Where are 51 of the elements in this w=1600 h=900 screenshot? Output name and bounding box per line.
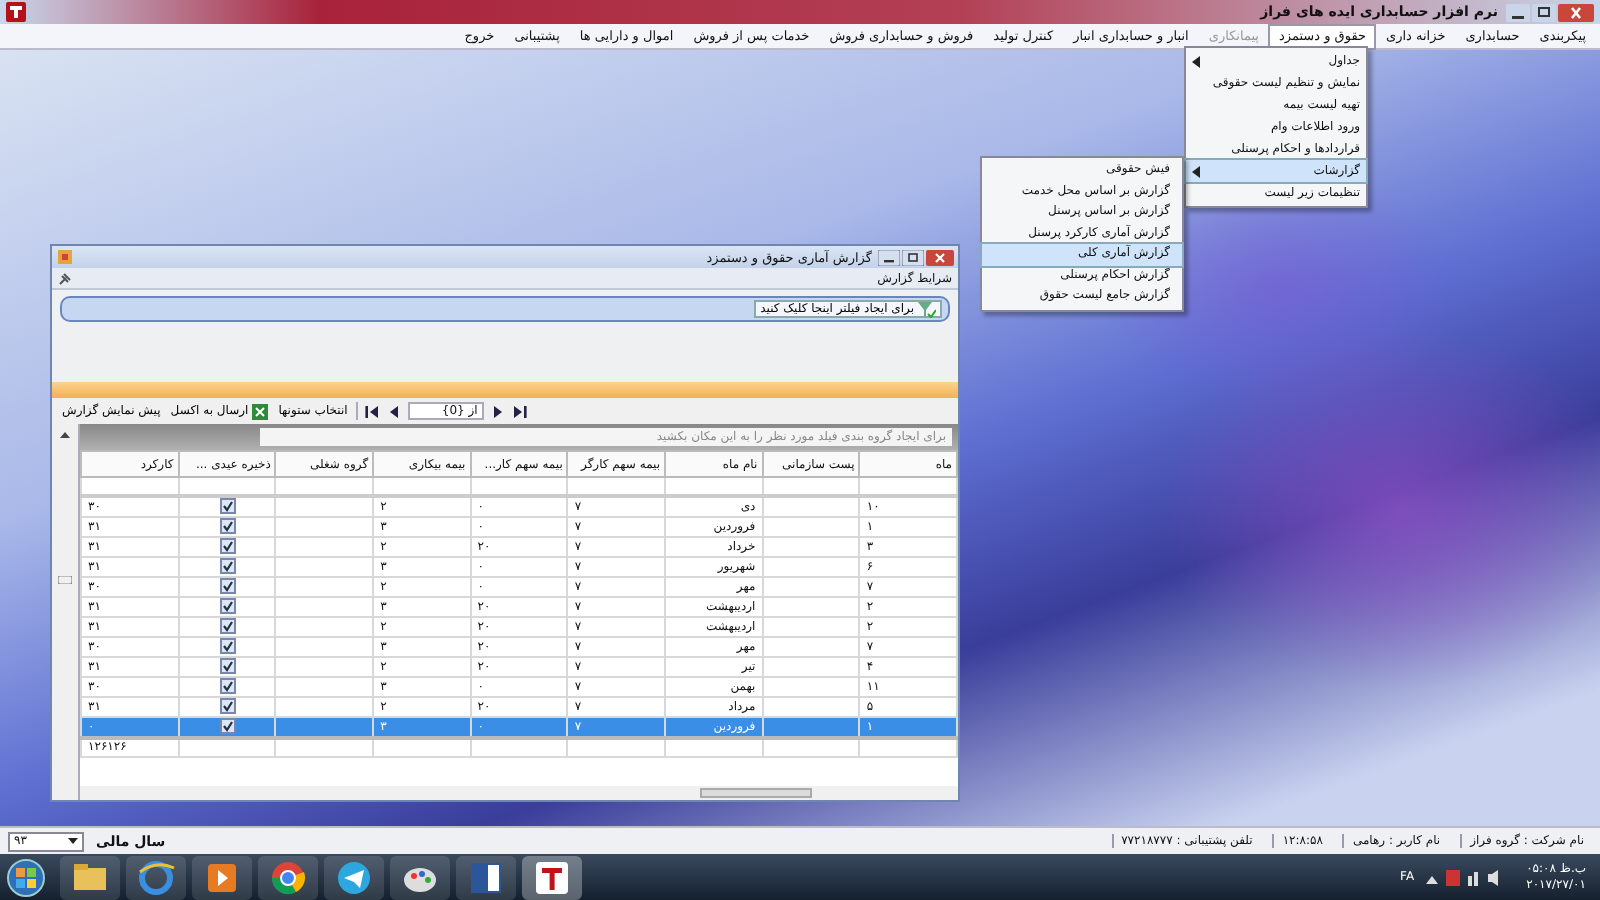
previous-page-icon[interactable] xyxy=(385,403,402,419)
minimize-icon[interactable] xyxy=(1506,3,1530,21)
checkbox[interactable] xyxy=(219,598,236,615)
close-icon[interactable] xyxy=(926,249,954,265)
filter-cell[interactable] xyxy=(81,477,179,496)
checkbox[interactable] xyxy=(219,498,236,515)
filter-icon xyxy=(918,301,936,317)
filter-cell[interactable] xyxy=(859,477,957,496)
restore-icon[interactable] xyxy=(1532,3,1556,21)
start-icon[interactable] xyxy=(6,857,46,897)
checkbox[interactable] xyxy=(219,658,236,675)
checkbox[interactable] xyxy=(219,718,236,735)
collapse-icon[interactable] xyxy=(60,430,70,438)
paint-palette-icon[interactable] xyxy=(390,855,450,899)
filter-cell[interactable] xyxy=(373,477,471,496)
spreadsheet-icon xyxy=(252,403,269,419)
checkbox[interactable] xyxy=(219,678,236,695)
restore-icon[interactable] xyxy=(902,249,924,265)
checkbox[interactable] xyxy=(219,618,236,635)
folder-icon[interactable] xyxy=(60,855,120,899)
media-player-icon[interactable] xyxy=(192,855,252,899)
filter-cell[interactable] xyxy=(665,477,763,496)
pin-icon[interactable] xyxy=(58,271,72,285)
filter-cell[interactable] xyxy=(762,477,860,496)
minimize-icon[interactable] xyxy=(878,249,900,265)
filter-cell[interactable] xyxy=(178,477,276,496)
checkbox[interactable] xyxy=(219,698,236,715)
filter-cell[interactable] xyxy=(470,477,568,496)
submenu-arrow-icon xyxy=(1192,165,1200,177)
checkbox[interactable] xyxy=(219,638,236,655)
chrome-icon[interactable] xyxy=(258,855,318,899)
last-page-icon[interactable] xyxy=(511,403,528,419)
app-logo-icon[interactable] xyxy=(522,855,582,899)
first-page-icon[interactable] xyxy=(363,403,380,419)
checkbox[interactable] xyxy=(219,518,236,535)
grip-icon[interactable] xyxy=(58,576,72,584)
document-app-icon[interactable] xyxy=(456,855,516,899)
window-icon xyxy=(56,248,74,266)
checkbox[interactable] xyxy=(219,558,236,575)
dropdown-arrow-icon xyxy=(68,838,78,844)
filter-cell[interactable] xyxy=(275,477,374,496)
filter-cell[interactable] xyxy=(567,477,666,496)
next-page-icon[interactable] xyxy=(489,403,506,419)
close-icon[interactable] xyxy=(1558,3,1594,21)
checkbox[interactable] xyxy=(219,538,236,555)
horizontal-scrollbar[interactable] xyxy=(80,786,958,800)
paper-plane-icon[interactable] xyxy=(324,855,384,899)
submenu-arrow-icon xyxy=(1192,55,1200,67)
scrollbar-thumb[interactable] xyxy=(700,788,812,798)
browser-icon[interactable] xyxy=(126,855,186,899)
checkbox[interactable] xyxy=(219,578,236,595)
